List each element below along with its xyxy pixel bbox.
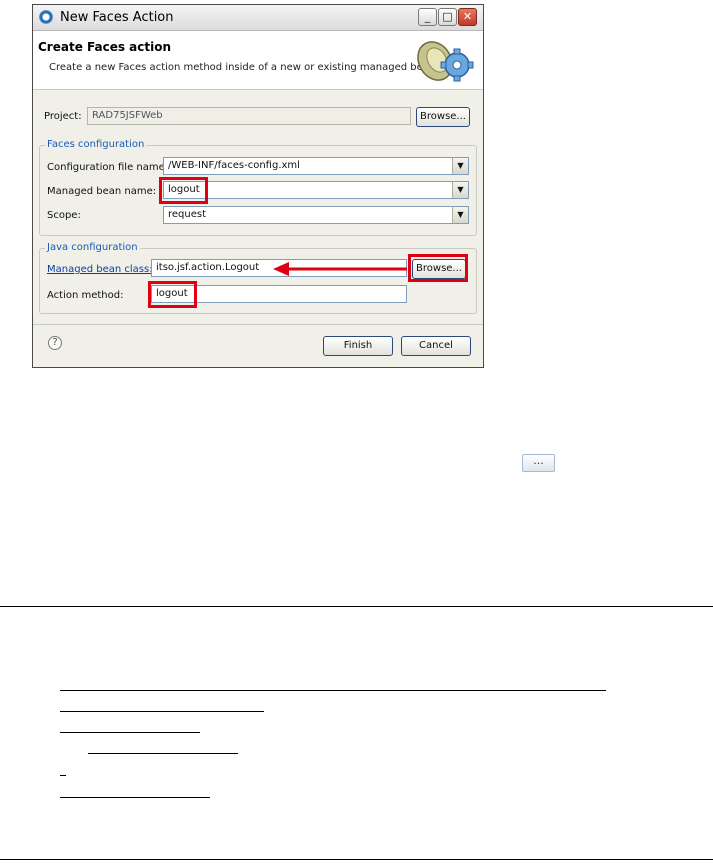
list-underline	[88, 753, 238, 754]
action-method-label: Action method:	[47, 290, 124, 301]
finish-button[interactable]: Finish	[323, 336, 393, 356]
new-faces-action-dialog: New Faces Action _ □ ✕ Create Faces acti…	[32, 4, 484, 368]
faces-bean-gear-icon	[417, 41, 474, 82]
title-bar[interactable]: New Faces Action _ □ ✕	[33, 5, 483, 31]
window-title: New Faces Action	[60, 10, 174, 25]
browse-highlight	[408, 254, 468, 282]
project-field: RAD75JSFWeb	[87, 107, 411, 125]
cancel-button[interactable]: Cancel	[401, 336, 471, 356]
project-browse-button[interactable]: Browse...	[416, 107, 470, 127]
red-arrow-icon	[273, 262, 407, 276]
action-method-highlight	[148, 281, 197, 308]
minimize-button[interactable]: _	[418, 8, 437, 26]
project-label: Project:	[44, 111, 82, 122]
help-icon[interactable]: ?	[48, 336, 62, 350]
bean-name-label: Managed bean name:	[47, 186, 157, 197]
banner-title: Create Faces action	[38, 40, 172, 54]
list-underline	[60, 732, 200, 733]
list-underline	[60, 711, 264, 712]
wizard-banner: Create Faces action Create a new Faces a…	[33, 31, 483, 90]
list-underline	[60, 690, 606, 691]
config-file-value: /WEB-INF/faces-config.xml	[168, 160, 300, 171]
faces-configuration-title: Faces configuration	[45, 139, 147, 150]
banner-description: Create a new Faces action method inside …	[49, 62, 439, 73]
bean-name-combo[interactable]: logout ▼	[163, 181, 469, 199]
close-button[interactable]: ✕	[458, 8, 477, 26]
scope-label: Scope:	[47, 210, 81, 221]
config-file-label: Configuration file name:	[47, 162, 169, 173]
java-configuration-title: Java configuration	[45, 242, 140, 253]
scope-value: request	[168, 209, 207, 220]
section-rule-top	[0, 606, 713, 607]
maximize-button[interactable]: □	[438, 8, 457, 26]
list-underline	[60, 775, 66, 776]
managed-bean-class-link[interactable]: Managed bean class:	[47, 264, 153, 275]
scope-dropdown-icon[interactable]: ▼	[452, 207, 468, 223]
scope-combo[interactable]: request ▼	[163, 206, 469, 224]
config-file-combo[interactable]: /WEB-INF/faces-config.xml ▼	[163, 157, 469, 175]
config-file-dropdown-icon[interactable]: ▼	[452, 158, 468, 174]
bean-name-dropdown-icon[interactable]: ▼	[452, 182, 468, 198]
bean-name-highlight	[159, 177, 208, 204]
section-rule-bottom	[0, 859, 713, 860]
list-underline	[60, 797, 210, 798]
eclipse-icon	[39, 10, 53, 24]
browse-toolbar-icon: ...	[522, 454, 555, 472]
footer-separator	[33, 324, 483, 325]
